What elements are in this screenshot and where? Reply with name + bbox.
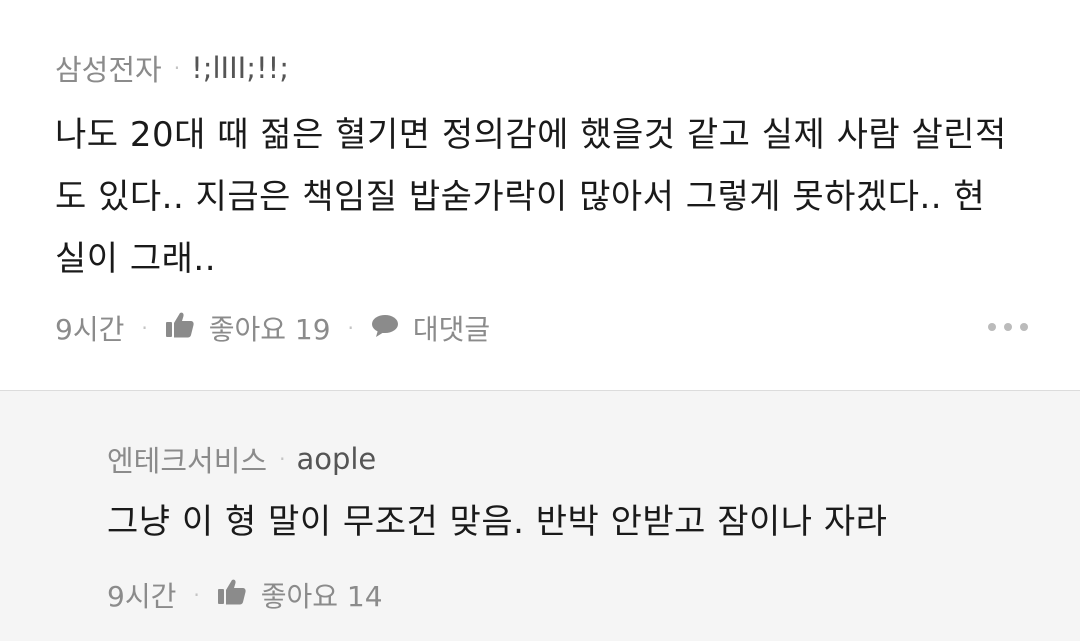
like-count[interactable]: 좋아요 19 — [209, 308, 331, 348]
thumbs-up-icon[interactable] — [217, 578, 247, 613]
reply-item: 엔테크서비스 · aople 그냥 이 형 말이 무조건 맞음. 반박 안받고 … — [0, 391, 1080, 641]
reply-author[interactable]: 엔테크서비스 — [107, 438, 267, 480]
like-count[interactable]: 좋아요 14 — [261, 575, 383, 615]
comment-author[interactable]: 삼성전자 — [55, 47, 162, 89]
comment-actions: 9시간 · 좋아요 19 · 대댓글 — [55, 308, 1080, 348]
action-separator: · — [193, 583, 200, 607]
more-dot — [988, 323, 996, 331]
more-dots-icon[interactable] — [988, 322, 1028, 332]
action-separator: · — [141, 316, 148, 340]
more-dot — [1020, 323, 1028, 331]
reply-body: 그냥 이 형 말이 무조건 맞음. 반박 안받고 잠이나 자라 — [107, 502, 888, 542]
speech-bubble-icon[interactable] — [371, 312, 399, 345]
comment-time: 9시간 — [55, 313, 125, 346]
reply-time: 9시간 — [107, 580, 177, 613]
thumbs-up-icon[interactable] — [165, 311, 195, 346]
comment-item: 삼성전자 · !;lIII;!!; 나도 20대 때 젊은 혈기면 정의감에 했… — [0, 0, 1080, 390]
reply-actions: 9시간 · 좋아요 14 — [107, 575, 1080, 615]
more-dot — [1004, 323, 1012, 331]
comment-meta: 삼성전자 · !;lIII;!!; — [55, 48, 1080, 88]
meta-separator: · — [173, 56, 181, 80]
comment-nickname[interactable]: !;lIII;!!; — [191, 51, 289, 85]
reply-button[interactable]: 대댓글 — [413, 308, 490, 348]
reply-meta: 엔테크서비스 · aople — [107, 439, 1080, 479]
action-separator: · — [347, 316, 354, 340]
reply-nickname[interactable]: aople — [296, 442, 376, 476]
meta-separator: · — [279, 447, 286, 471]
comment-body: 나도 20대 때 젊은 혈기면 정의감에 했을것 같고 실제 사람 살린적도 있… — [55, 115, 1007, 279]
